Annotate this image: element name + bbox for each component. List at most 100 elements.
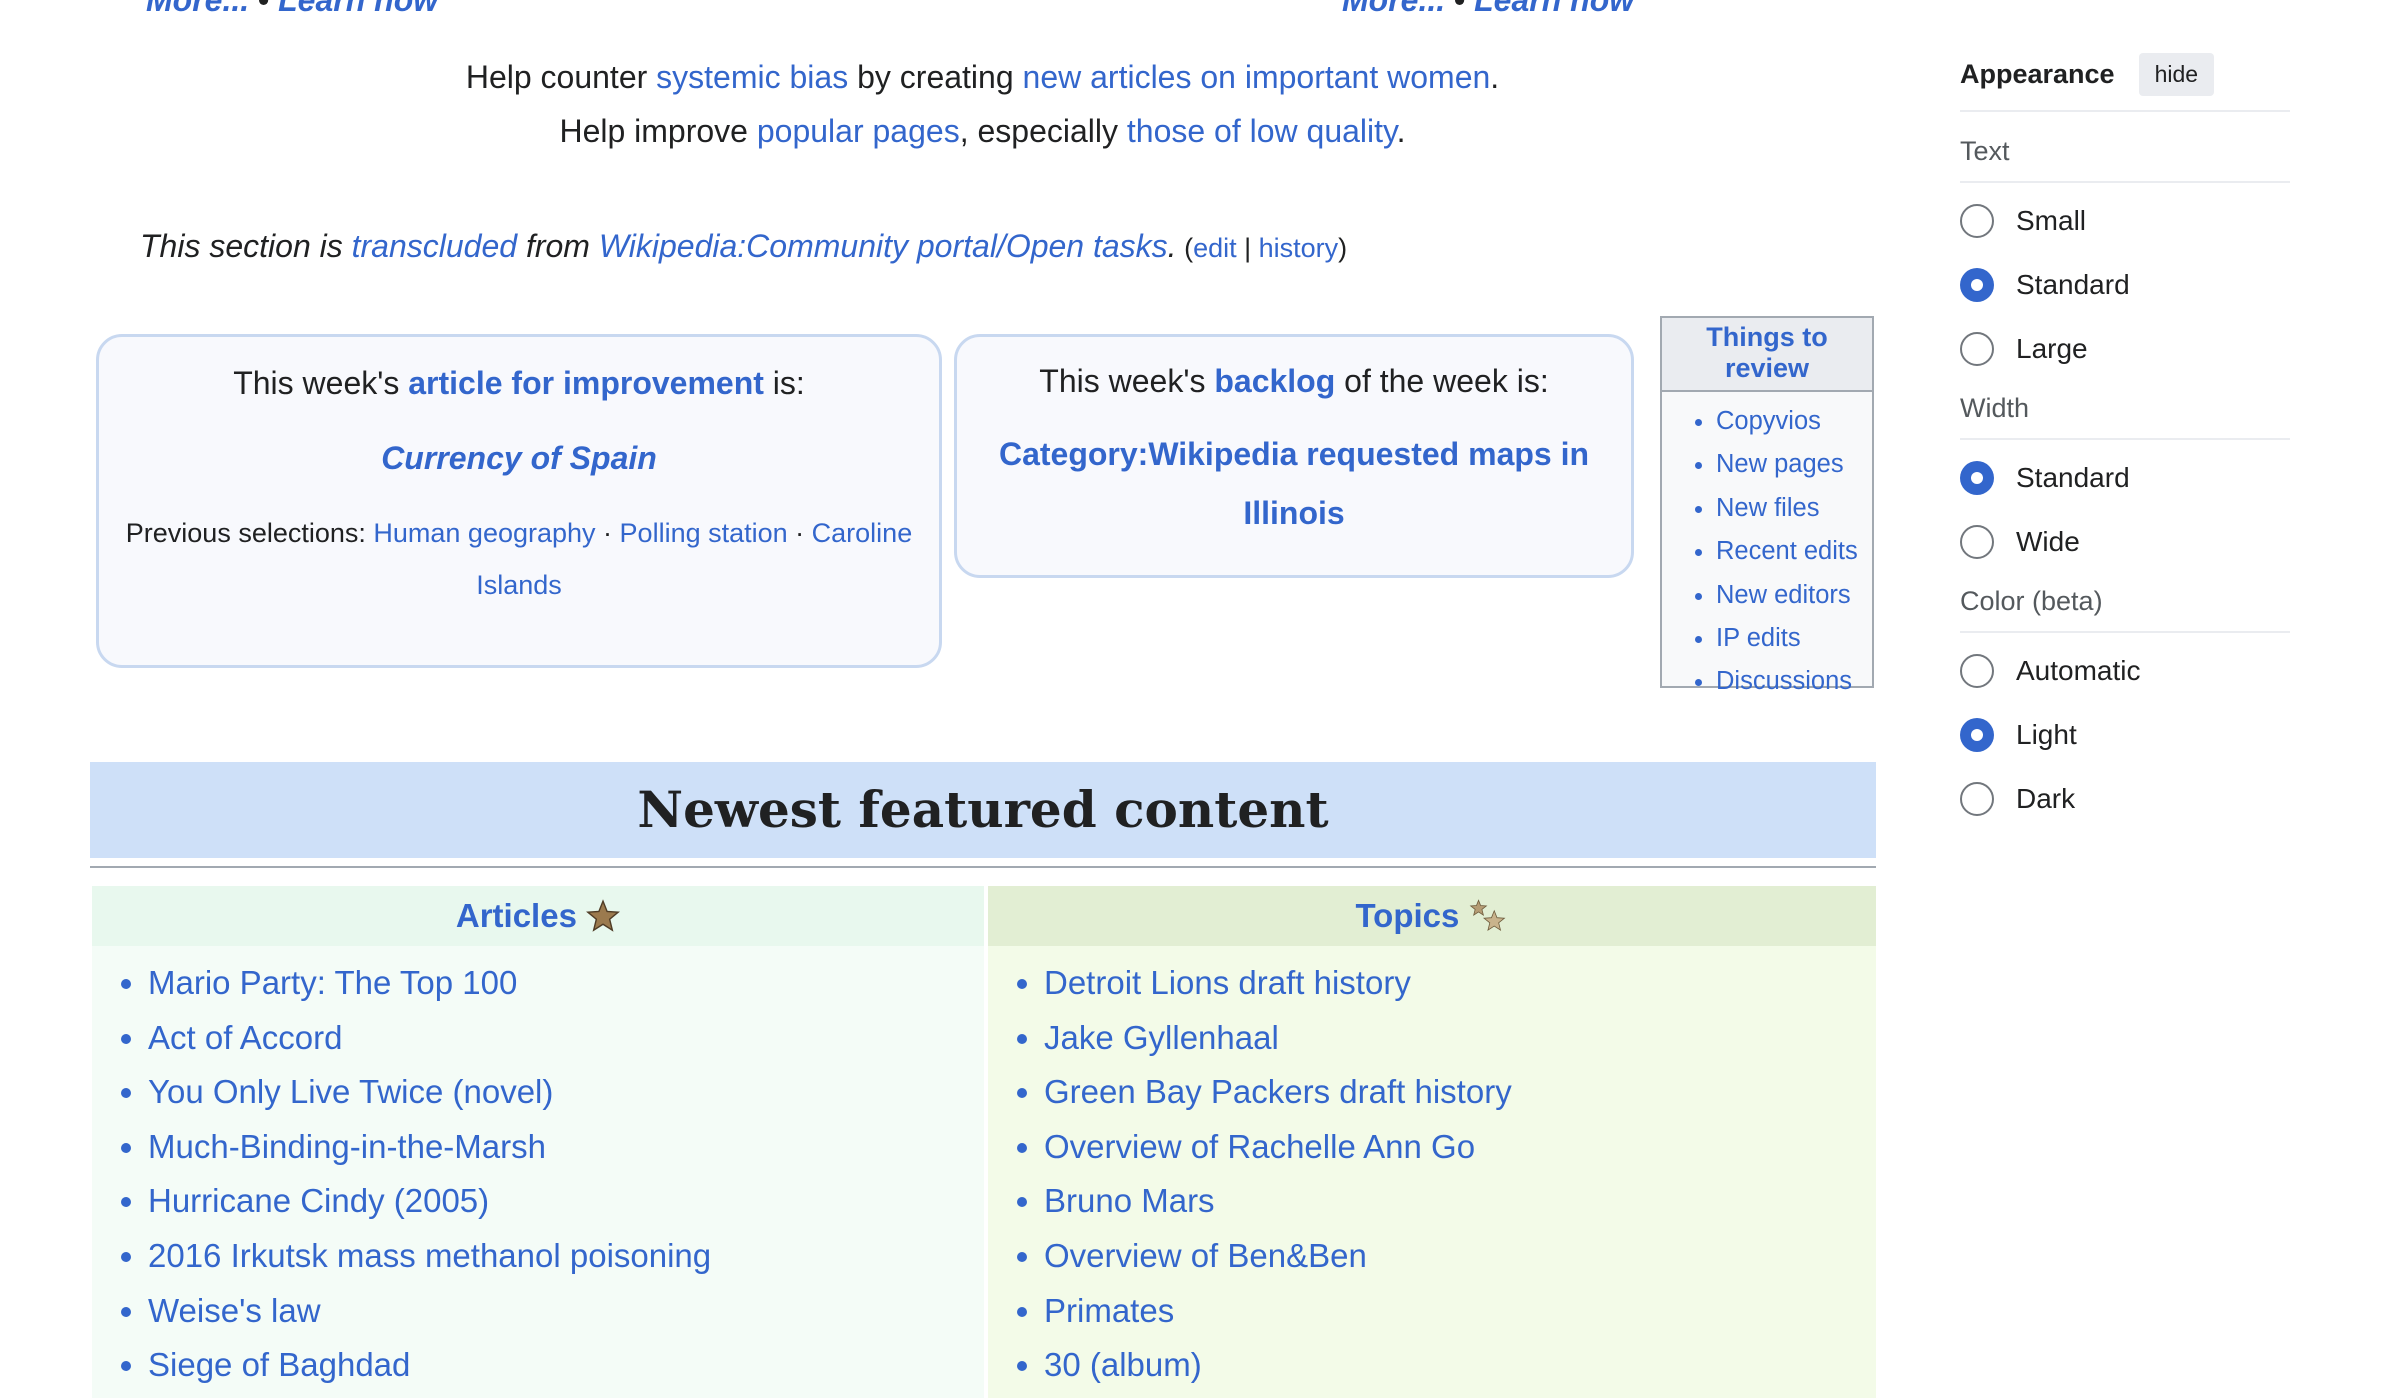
featured-article-link[interactable]: Mario Party: The Top 100 xyxy=(148,956,984,1011)
article-for-improvement-link[interactable]: article for improvement xyxy=(408,365,764,401)
radio-button[interactable] xyxy=(1960,654,1994,688)
featured-star-icon xyxy=(586,897,621,934)
radio-button[interactable] xyxy=(1960,332,1994,366)
help-text: Help counter xyxy=(465,59,657,95)
featured-article-link[interactable]: Hurricane Cindy (2005) xyxy=(148,1174,984,1229)
articles-link[interactable]: Articles xyxy=(456,897,577,934)
featured-article-link[interactable]: Act of Accord xyxy=(148,1011,984,1066)
radio-button[interactable] xyxy=(1960,525,1994,559)
help-text: by creating xyxy=(848,59,1023,95)
width-option-standard[interactable]: Standard xyxy=(1960,446,2290,510)
text-option-standard[interactable]: Standard xyxy=(1960,253,2290,317)
featured-topic-link[interactable]: Green Bay Packers draft history xyxy=(1044,1065,1876,1120)
help-text: . xyxy=(1396,113,1406,149)
bar-separator: | xyxy=(1236,233,1259,263)
divider xyxy=(90,866,1876,868)
radio-button-selected[interactable] xyxy=(1960,718,1994,752)
featured-topic-link[interactable]: Jake Gyllenhaal xyxy=(1044,1011,1876,1066)
featured-topic-link[interactable]: Detroit Lions draft history xyxy=(1044,956,1876,1011)
option-label: Light xyxy=(2016,719,2077,750)
more-link[interactable]: More... xyxy=(1342,0,1445,18)
learn-how-link[interactable]: Learn how xyxy=(278,0,438,18)
top-link-row-right: More... • Learn how xyxy=(1342,0,1634,19)
popular-pages-link[interactable]: popular pages xyxy=(757,113,960,149)
previous-selection-link[interactable]: Polling station xyxy=(620,518,788,548)
paren: ) xyxy=(1338,233,1348,263)
heading-text: is: xyxy=(763,365,805,401)
help-text: Help improve xyxy=(559,113,757,149)
previous-label: Previous selections: xyxy=(125,518,374,548)
color-option-automatic[interactable]: Automatic xyxy=(1960,639,2290,703)
previous-selection-link[interactable]: Human geography xyxy=(373,518,595,548)
separator: · xyxy=(787,518,812,548)
more-link[interactable]: More... xyxy=(146,0,249,18)
help-text: , especially xyxy=(959,113,1127,149)
featured-article-link[interactable]: 2016 Irkutsk mass methanol poisoning xyxy=(148,1229,984,1284)
articles-header: Articles xyxy=(92,886,984,946)
things-to-review-box: Things to review Copyvios New pages New … xyxy=(1660,316,1874,695)
improvement-article-link[interactable]: Currency of Spain xyxy=(381,440,657,476)
note-text: . xyxy=(1167,228,1177,264)
help-line-1: Help counter systemic bias by creating n… xyxy=(90,50,1875,104)
color-option-light[interactable]: Light xyxy=(1960,703,2290,767)
separator: • xyxy=(258,0,270,18)
width-option-wide[interactable]: Wide xyxy=(1960,510,2290,574)
learn-how-link[interactable]: Learn how xyxy=(1474,0,1634,18)
articles-column: Mario Party: The Top 100 Act of Accord Y… xyxy=(92,946,984,1398)
option-label: Large xyxy=(2016,333,2088,364)
things-to-review-title[interactable]: Things to review xyxy=(1662,318,1872,392)
history-link[interactable]: history xyxy=(1259,233,1339,263)
backlog-link[interactable]: backlog xyxy=(1214,363,1335,399)
backlog-category-link[interactable]: Category:Wikipedia requested maps in Ill… xyxy=(999,436,1589,531)
option-label: Standard xyxy=(2016,269,2130,300)
review-item[interactable]: Discussions xyxy=(1716,660,1872,703)
topics-link[interactable]: Topics xyxy=(1355,897,1459,934)
text-option-large[interactable]: Large xyxy=(1960,317,2290,381)
hide-button[interactable]: hide xyxy=(2138,52,2215,96)
radio-button-selected[interactable] xyxy=(1960,461,1994,495)
open-tasks-link[interactable]: Wikipedia:Community portal/Open tasks xyxy=(599,228,1168,264)
color-option-dark[interactable]: Dark xyxy=(1960,767,2290,831)
previous-selections: Previous selections: Human geography · P… xyxy=(99,507,939,611)
review-item[interactable]: New files xyxy=(1716,487,1872,530)
featured-article-link[interactable]: Much-Binding-in-the-Marsh xyxy=(148,1120,984,1175)
featured-topic-icon xyxy=(1469,897,1509,934)
radio-button[interactable] xyxy=(1960,204,1994,238)
systemic-bias-link[interactable]: systemic bias xyxy=(656,59,848,95)
featured-topic-link[interactable]: Overview of Rachelle Ann Go xyxy=(1044,1120,1876,1175)
featured-article-link[interactable]: Weise's law xyxy=(148,1284,984,1339)
separator: · xyxy=(595,518,620,548)
improvement-heading: This week's article for improvement is: xyxy=(99,365,939,402)
text-option-small[interactable]: Small xyxy=(1960,189,2290,253)
help-line-2: Help improve popular pages, especially t… xyxy=(90,104,1875,158)
divider xyxy=(1960,181,2290,183)
article-for-improvement-box: This week's article for improvement is: … xyxy=(96,334,942,668)
option-label: Small xyxy=(2016,205,2087,236)
edit-link[interactable]: edit xyxy=(1193,233,1237,263)
review-item[interactable]: New editors xyxy=(1716,574,1872,617)
new-articles-women-link[interactable]: new articles on important women xyxy=(1023,59,1491,95)
featured-article-link[interactable]: Siege of Baghdad xyxy=(148,1338,984,1393)
text-options: Small Standard Large xyxy=(1960,189,2290,381)
radio-button-selected[interactable] xyxy=(1960,268,1994,302)
text-section-label: Text xyxy=(1960,136,2010,166)
featured-article-link[interactable]: You Only Live Twice (novel) xyxy=(148,1065,984,1120)
review-item[interactable]: New pages xyxy=(1716,443,1872,486)
review-item[interactable]: IP edits xyxy=(1716,617,1872,660)
top-link-row-left: More... • Learn how xyxy=(146,0,438,19)
topics-column: Detroit Lions draft history Jake Gyllenh… xyxy=(988,946,1876,1398)
featured-topic-link[interactable]: Primates xyxy=(1044,1284,1876,1339)
option-label: Wide xyxy=(2016,526,2080,557)
option-label: Standard xyxy=(2016,462,2130,493)
review-item[interactable]: Copyvios xyxy=(1716,400,1872,443)
transcluded-link[interactable]: transcluded xyxy=(352,228,517,264)
featured-topic-link[interactable]: 30 (album) xyxy=(1044,1338,1876,1393)
low-quality-link[interactable]: those of low quality xyxy=(1127,113,1397,149)
featured-topic-link[interactable]: Bruno Mars xyxy=(1044,1174,1876,1229)
featured-topic-link[interactable]: Overview of Ben&Ben xyxy=(1044,1229,1876,1284)
divider xyxy=(1960,110,2290,112)
heading-text: of the week is: xyxy=(1335,363,1549,399)
review-item[interactable]: Recent edits xyxy=(1716,530,1872,573)
radio-button[interactable] xyxy=(1960,782,1994,816)
option-label: Dark xyxy=(2016,783,2076,814)
